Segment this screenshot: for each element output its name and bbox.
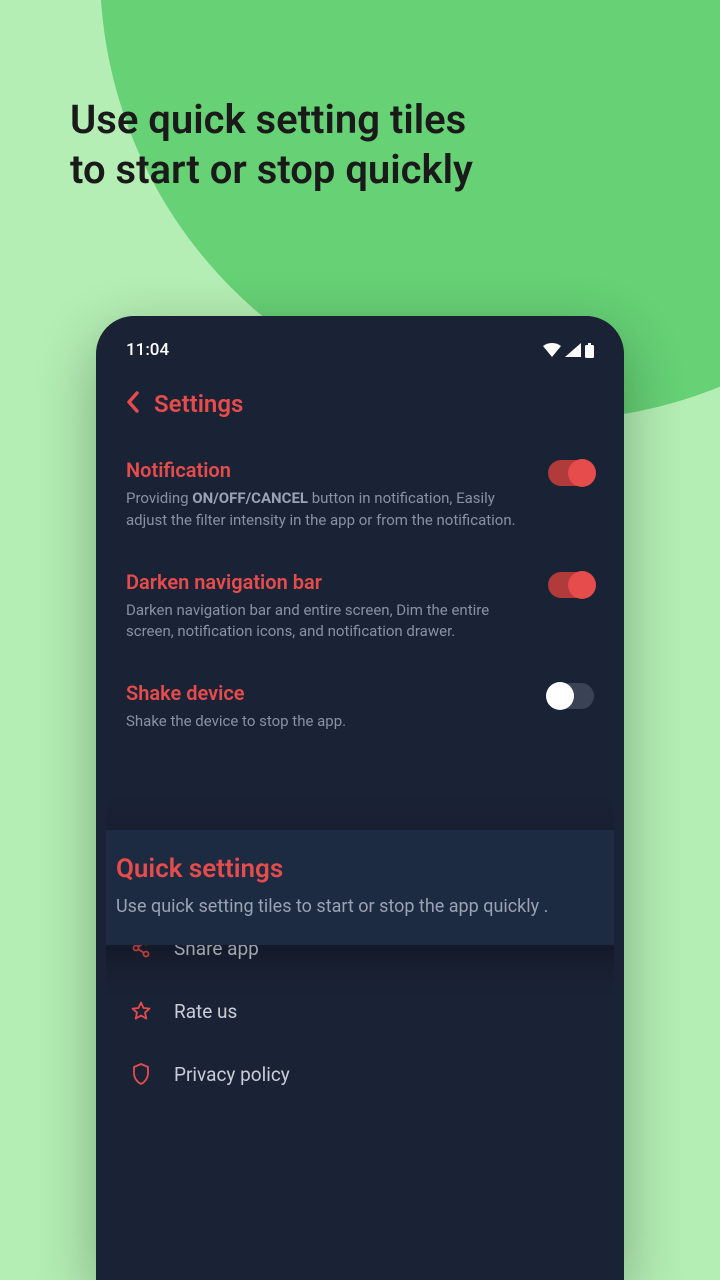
link-privacy-policy[interactable]: Privacy policy	[126, 1043, 594, 1106]
setting-title: Darken navigation bar	[126, 570, 526, 594]
toggle-darken-nav[interactable]	[548, 572, 594, 598]
toggle-shake[interactable]	[548, 683, 594, 709]
signal-icon	[565, 343, 581, 357]
setting-darken-nav[interactable]: Darken navigation bar Darken navigation …	[126, 554, 594, 666]
link-label: Privacy policy	[174, 1063, 290, 1086]
promo-line-1: Use quick setting tiles	[70, 95, 473, 145]
status-bar: 11:04	[106, 326, 614, 368]
setting-title: Notification	[126, 458, 526, 482]
setting-desc: Shake the device to stop the app.	[126, 711, 346, 733]
status-time: 11:04	[126, 340, 169, 360]
setting-desc: Providing ON/OFF/CANCEL button in notifi…	[126, 488, 526, 532]
setting-shake[interactable]: Shake device Shake the device to stop th…	[126, 665, 594, 755]
quick-settings-highlight[interactable]: Quick settings Use quick setting tiles t…	[106, 830, 614, 945]
highlight-desc: Use quick setting tiles to start or stop…	[116, 894, 614, 919]
star-icon	[130, 1001, 152, 1021]
setting-desc: Darken navigation bar and entire screen,…	[126, 600, 526, 644]
status-icons	[543, 343, 594, 358]
page-title: Settings	[154, 390, 243, 418]
back-icon[interactable]	[126, 391, 140, 417]
setting-notification[interactable]: Notification Providing ON/OFF/CANCEL but…	[126, 442, 594, 554]
promo-heading: Use quick setting tiles to start or stop…	[70, 95, 473, 195]
header: Settings	[106, 368, 614, 442]
link-label: Rate us	[174, 1000, 237, 1023]
battery-icon	[585, 343, 594, 358]
phone-mockup: 11:04 Settings Notification	[96, 316, 624, 1280]
wifi-icon	[543, 343, 561, 357]
link-rate-us[interactable]: Rate us	[126, 980, 594, 1043]
highlight-title: Quick settings	[116, 854, 614, 884]
shield-icon	[130, 1063, 152, 1085]
toggle-notification[interactable]	[548, 460, 594, 486]
promo-line-2: to start or stop quickly	[70, 145, 473, 195]
setting-title: Shake device	[126, 681, 346, 705]
